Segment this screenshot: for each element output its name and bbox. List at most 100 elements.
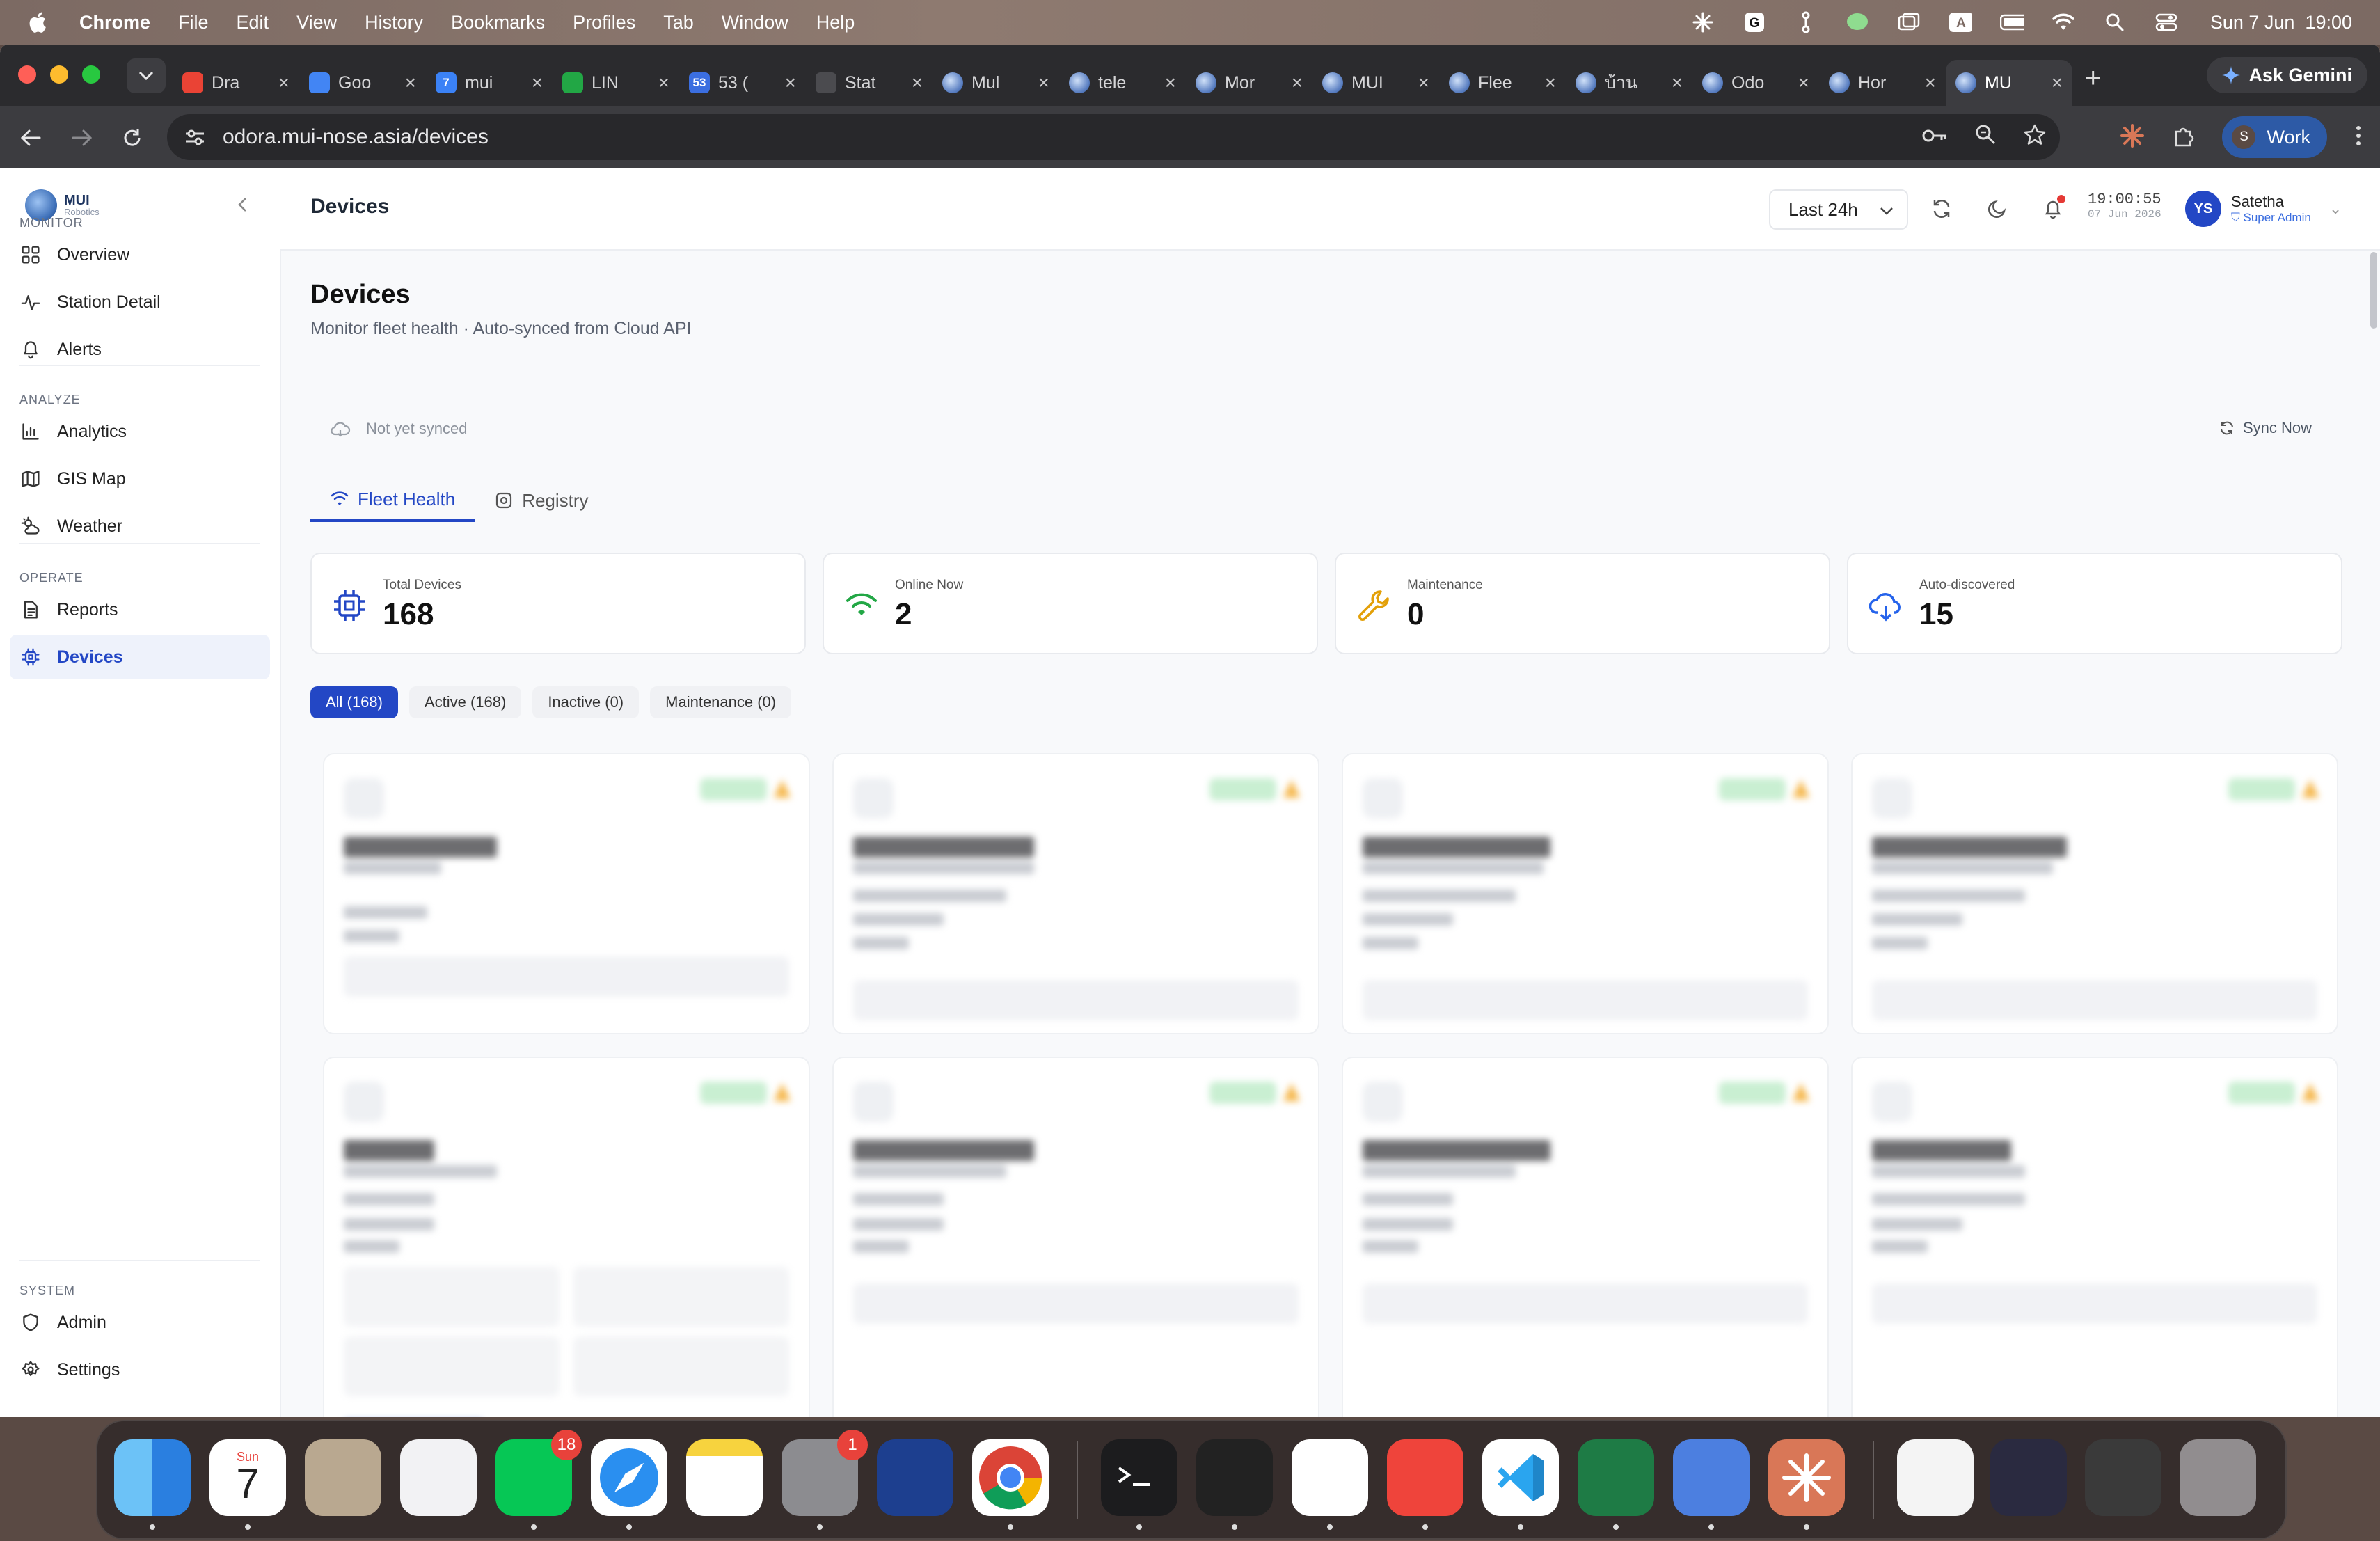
user-menu[interactable]: YS Satetha ⛉ Super Admin ⌄ xyxy=(2185,191,2342,227)
close-tab-icon[interactable]: × xyxy=(912,72,923,94)
close-tab-icon[interactable]: × xyxy=(1418,72,1429,94)
close-tab-icon[interactable]: × xyxy=(785,72,796,94)
terminal-icon[interactable] xyxy=(1101,1439,1177,1516)
tab-registry[interactable]: Registry xyxy=(475,479,608,522)
preview-icon[interactable] xyxy=(1673,1439,1750,1516)
menu-bookmarks[interactable]: Bookmarks xyxy=(451,12,545,33)
line-status-icon[interactable] xyxy=(1846,10,1869,34)
browser-tab[interactable]: MUI × xyxy=(1312,60,1439,106)
close-tab-icon[interactable]: × xyxy=(1925,72,1936,94)
sidebar-item-admin[interactable]: Admin xyxy=(10,1300,270,1345)
system-settings-icon[interactable]: 1 xyxy=(782,1430,868,1516)
device-card[interactable] xyxy=(832,1057,1319,1417)
control-center-icon[interactable] xyxy=(2155,10,2178,34)
theme-toggle-button[interactable] xyxy=(1985,196,2010,221)
trash-icon[interactable] xyxy=(2180,1439,2256,1516)
browser-tab[interactable]: LIN × xyxy=(553,60,679,106)
browser-tab[interactable]: Mul × xyxy=(933,60,1059,106)
input-source-icon[interactable]: A xyxy=(1949,10,1972,34)
slack-icon[interactable] xyxy=(1292,1439,1368,1516)
back-button[interactable] xyxy=(15,123,46,153)
profile-button[interactable]: S Work xyxy=(2222,116,2327,158)
testflight-icon[interactable] xyxy=(877,1439,953,1516)
close-tab-icon[interactable]: × xyxy=(532,72,543,94)
notes-icon[interactable] xyxy=(686,1439,763,1516)
menu-app-name[interactable]: Chrome xyxy=(79,12,150,33)
line-app-icon[interactable]: 18 xyxy=(495,1430,582,1516)
browser-tab[interactable]: Mor × xyxy=(1186,60,1312,106)
vscode-icon[interactable] xyxy=(1482,1439,1559,1516)
close-window-button[interactable] xyxy=(18,65,36,84)
close-tab-icon[interactable]: × xyxy=(1165,72,1176,94)
menu-profiles[interactable]: Profiles xyxy=(573,12,635,33)
sidebar-item-gis-map[interactable]: GIS Map xyxy=(10,457,270,501)
device-card[interactable] xyxy=(323,1057,810,1417)
reload-button[interactable] xyxy=(117,123,148,153)
sidebar-item-station-detail[interactable]: Station Detail xyxy=(10,280,270,324)
site-info-icon[interactable] xyxy=(180,122,210,152)
document-thumbnail[interactable] xyxy=(1897,1439,1974,1516)
zoom-icon[interactable] xyxy=(1975,124,1996,150)
tab-search-button[interactable] xyxy=(127,58,166,93)
window-thumbnail[interactable] xyxy=(1990,1439,2067,1516)
browser-tab[interactable]: 7 mui × xyxy=(426,60,553,106)
excel-icon[interactable] xyxy=(1578,1439,1654,1516)
safari-icon[interactable] xyxy=(591,1439,667,1516)
menu-edit[interactable]: Edit xyxy=(237,12,269,33)
page-scrollbar[interactable] xyxy=(2370,252,2377,329)
chrome-menu-icon[interactable] xyxy=(2355,125,2362,150)
password-key-icon[interactable] xyxy=(1922,125,1947,149)
menu-view[interactable]: View xyxy=(296,12,337,33)
claude-extension-icon[interactable] xyxy=(2120,123,2145,151)
minimize-window-button[interactable] xyxy=(50,65,68,84)
sync-now-button[interactable]: Sync Now xyxy=(2219,419,2312,437)
device-card[interactable] xyxy=(323,753,810,1034)
sidebar-item-alerts[interactable]: Alerts xyxy=(10,327,270,372)
device-card[interactable] xyxy=(832,753,1319,1034)
close-tab-icon[interactable]: × xyxy=(1292,72,1303,94)
browser-tab[interactable]: MU × xyxy=(1946,60,2072,106)
close-tab-icon[interactable]: × xyxy=(1798,72,1809,94)
browser-tab[interactable]: Stat × xyxy=(806,60,933,106)
close-tab-icon[interactable]: × xyxy=(1038,72,1049,94)
browser-tab[interactable]: Dra × xyxy=(173,60,299,106)
zoom-window-button[interactable] xyxy=(82,65,100,84)
close-tab-icon[interactable]: × xyxy=(405,72,416,94)
device-card[interactable] xyxy=(1342,1057,1829,1417)
close-tab-icon[interactable]: × xyxy=(278,72,289,94)
url-text[interactable]: odora.mui-nose.asia/devices xyxy=(223,125,489,149)
browser-tab[interactable]: Goo × xyxy=(299,60,426,106)
filter-maintenance[interactable]: Maintenance (0) xyxy=(650,686,792,718)
forward-button[interactable] xyxy=(67,123,97,153)
close-tab-icon[interactable]: × xyxy=(1545,72,1556,94)
menu-history[interactable]: History xyxy=(365,12,423,33)
linear-icon[interactable] xyxy=(1196,1439,1273,1516)
menu-tab[interactable]: Tab xyxy=(663,12,694,33)
filter-all[interactable]: All (168) xyxy=(310,686,398,718)
device-card[interactable] xyxy=(1342,753,1829,1034)
contacts-icon[interactable] xyxy=(305,1439,381,1516)
close-tab-icon[interactable]: × xyxy=(2052,72,2063,94)
menu-file[interactable]: File xyxy=(178,12,209,33)
refresh-button[interactable] xyxy=(1929,196,1954,221)
battery-icon[interactable] xyxy=(1999,10,2024,34)
address-bar[interactable]: odora.mui-nose.asia/devices xyxy=(167,114,2060,160)
tab-fleet-health[interactable]: Fleet Health xyxy=(310,479,475,522)
ask-gemini-button[interactable]: Ask Gemini xyxy=(2207,57,2367,93)
wifi-icon[interactable] xyxy=(2052,10,2075,34)
git-icon[interactable] xyxy=(1794,10,1818,34)
window-switch-icon[interactable] xyxy=(1897,10,1921,34)
grammarly-icon[interactable]: G xyxy=(1743,10,1766,34)
new-tab-button[interactable]: + xyxy=(2085,63,2101,106)
sidebar-item-analytics[interactable]: Analytics xyxy=(10,409,270,454)
browser-tab[interactable]: Odo × xyxy=(1692,60,1819,106)
apple-logo-icon[interactable] xyxy=(26,10,47,34)
sidebar-item-settings[interactable]: Settings xyxy=(10,1348,270,1392)
anydesk-icon[interactable] xyxy=(1387,1439,1463,1516)
menu-window[interactable]: Window xyxy=(722,12,788,33)
launchpad-icon[interactable] xyxy=(400,1439,477,1516)
sidebar-item-devices[interactable]: Devices xyxy=(10,635,270,679)
chrome-app-icon[interactable] xyxy=(972,1439,1049,1516)
extensions-puzzle-icon[interactable] xyxy=(2172,125,2194,150)
bookmark-star-icon[interactable] xyxy=(2024,124,2046,150)
